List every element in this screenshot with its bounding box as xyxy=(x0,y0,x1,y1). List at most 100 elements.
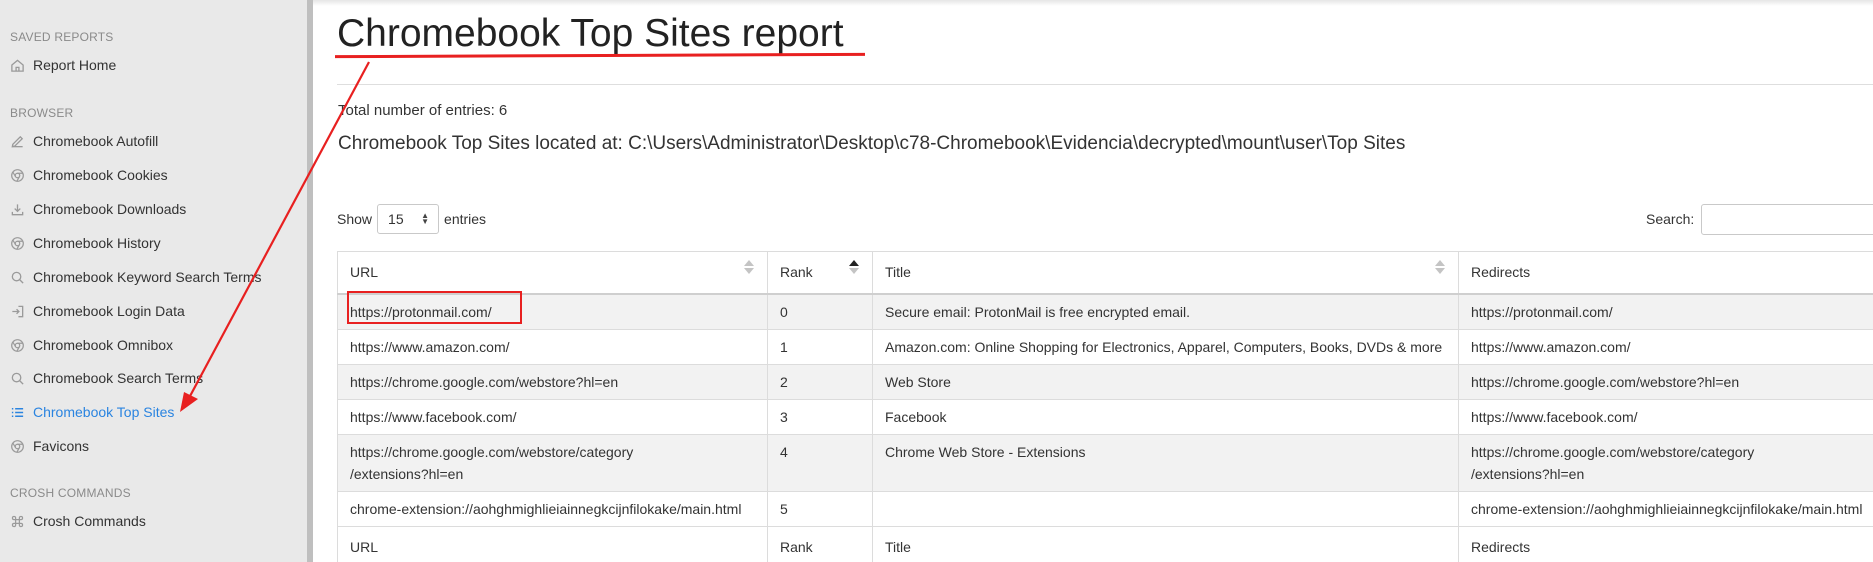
column-header-label: Rank xyxy=(780,264,813,281)
cell-title: Facebook xyxy=(872,398,1459,435)
footer-redirects: Redirects xyxy=(1458,525,1873,562)
page-title: Chromebook Top Sites report xyxy=(337,12,844,55)
table-footer-row: URL Rank Title Redirects xyxy=(337,525,1873,562)
pencil-icon xyxy=(10,134,25,149)
entries-per-page-value: 15 xyxy=(388,211,404,227)
sidebar-item-label: Chromebook Omnibox xyxy=(33,337,174,353)
column-header-title[interactable]: Title xyxy=(872,251,1459,295)
cell-rank: 2 xyxy=(767,363,873,400)
sidebar-item-login-data[interactable]: Chromebook Login Data xyxy=(10,300,185,322)
cell-redirects: https://chrome.google.com/webstore?hl=en xyxy=(1458,363,1873,400)
cell-title: Chrome Web Store - Extensions xyxy=(872,433,1459,492)
login-icon xyxy=(10,304,25,319)
chrome-icon xyxy=(10,236,25,251)
sidebar-item-label: Chromebook History xyxy=(33,235,161,251)
table-header-row: URL Rank Title Redirects xyxy=(337,251,1873,295)
chrome-icon xyxy=(10,439,25,454)
column-header-redirects[interactable]: Redirects xyxy=(1458,251,1873,295)
column-header-rank[interactable]: Rank xyxy=(767,251,873,295)
search-input[interactable] xyxy=(1701,204,1873,235)
cell-redirects: https://chrome.google.com/webstore/categ… xyxy=(1458,433,1873,492)
cell-url: https://chrome.google.com/webstore?hl=en xyxy=(337,363,768,400)
title-divider xyxy=(337,84,1873,85)
section-browser: BROWSER xyxy=(10,106,74,120)
sort-icon xyxy=(744,260,754,274)
list-icon xyxy=(10,405,25,420)
cell-url: chrome-extension://aohghmighlieiainnegkc… xyxy=(337,490,768,527)
sidebar: SAVED REPORTS Report Home BROWSER Chrome… xyxy=(0,0,307,562)
cell-url: https://chrome.google.com/webstore/categ… xyxy=(337,433,768,492)
sidebar-divider xyxy=(307,0,313,562)
sidebar-item-search-terms[interactable]: Chromebook Search Terms xyxy=(10,367,203,389)
cell-rank: 5 xyxy=(767,490,873,527)
search-label: Search: xyxy=(1646,211,1695,227)
section-saved-reports: SAVED REPORTS xyxy=(10,30,114,44)
total-entries: Total number of entries: 6 xyxy=(338,102,508,119)
table-row: https://www.facebook.com/ 3 Facebook htt… xyxy=(337,398,1873,435)
cell-url: https://www.amazon.com/ xyxy=(337,328,768,365)
sort-icon xyxy=(1435,260,1445,274)
cell-url: https://www.facebook.com/ xyxy=(337,398,768,435)
sidebar-item-label: Chromebook Login Data xyxy=(33,303,185,319)
sidebar-item-crosh-commands[interactable]: Crosh Commands xyxy=(10,510,146,532)
cell-rank: 1 xyxy=(767,328,873,365)
cell-title xyxy=(872,490,1459,527)
cell-rank: 3 xyxy=(767,398,873,435)
sidebar-item-report-home[interactable]: Report Home xyxy=(10,54,116,76)
cell-title: Secure email: ProtonMail is free encrypt… xyxy=(872,293,1459,330)
sidebar-item-keyword-search-terms[interactable]: Chromebook Keyword Search Terms xyxy=(10,266,262,288)
chrome-icon xyxy=(10,168,25,183)
cell-redirects: https://protonmail.com/ xyxy=(1458,293,1873,330)
cell-title: Web Store xyxy=(872,363,1459,400)
sidebar-item-history[interactable]: Chromebook History xyxy=(10,232,161,254)
cell-redirects: chrome-extension://aohghmighlieiainnegkc… xyxy=(1458,490,1873,527)
search-icon xyxy=(10,270,25,285)
sidebar-item-autofill[interactable]: Chromebook Autofill xyxy=(10,130,158,152)
table-row: https://www.amazon.com/ 1 Amazon.com: On… xyxy=(337,328,1873,365)
sidebar-item-label: Crosh Commands xyxy=(33,513,146,529)
sidebar-item-label: Chromebook Top Sites xyxy=(33,404,175,420)
footer-title: Title xyxy=(872,525,1459,562)
download-icon xyxy=(10,202,25,217)
top-shadow xyxy=(313,0,1873,6)
column-header-label: Title xyxy=(885,264,911,281)
cell-title: Amazon.com: Online Shopping for Electron… xyxy=(872,328,1459,365)
sidebar-item-top-sites[interactable]: Chromebook Top Sites xyxy=(10,401,174,423)
cell-rank: 0 xyxy=(767,293,873,330)
section-crosh-commands: CROSH COMMANDS xyxy=(10,486,131,500)
select-arrows-icon: ▲ ▼ xyxy=(421,211,430,226)
chrome-icon xyxy=(10,338,25,353)
command-icon xyxy=(10,514,25,529)
entries-label: entries xyxy=(444,211,487,227)
column-header-url[interactable]: URL xyxy=(337,251,768,295)
cell-url: https://protonmail.com/ xyxy=(337,293,768,330)
source-path: Chromebook Top Sites located at: C:\User… xyxy=(338,133,1406,154)
table-row: https://protonmail.com/ 0 Secure email: … xyxy=(337,293,1873,330)
column-header-label: Redirects xyxy=(1471,264,1531,281)
top-sites-table: URL Rank Title Redirects https://protonm… xyxy=(337,251,1873,562)
sort-ascending-icon xyxy=(849,260,859,274)
show-label: Show xyxy=(337,211,373,227)
cell-rank: 4 xyxy=(767,433,873,492)
sidebar-item-label: Chromebook Keyword Search Terms xyxy=(33,269,262,285)
sidebar-item-omnibox[interactable]: Chromebook Omnibox xyxy=(10,334,173,356)
table-row: https://chrome.google.com/webstore/categ… xyxy=(337,433,1873,492)
home-icon xyxy=(10,58,25,73)
footer-url: URL xyxy=(337,525,768,562)
sidebar-item-label: Chromebook Search Terms xyxy=(33,370,204,386)
search-icon xyxy=(10,371,25,386)
sidebar-item-label: Chromebook Autofill xyxy=(33,133,159,149)
sidebar-item-cookies[interactable]: Chromebook Cookies xyxy=(10,164,168,186)
sidebar-item-label: Favicons xyxy=(33,438,90,454)
cell-redirects: https://www.facebook.com/ xyxy=(1458,398,1873,435)
sidebar-item-favicons[interactable]: Favicons xyxy=(10,435,89,457)
entries-length-control: Show 15 ▲ ▼ entries xyxy=(337,204,486,234)
table-row: chrome-extension://aohghmighlieiainnegkc… xyxy=(337,490,1873,527)
entries-per-page-select[interactable]: 15 ▲ ▼ xyxy=(377,204,440,234)
column-header-label: URL xyxy=(350,264,379,281)
cell-redirects: https://www.amazon.com/ xyxy=(1458,328,1873,365)
sidebar-item-downloads[interactable]: Chromebook Downloads xyxy=(10,198,186,220)
table-row: https://chrome.google.com/webstore?hl=en… xyxy=(337,363,1873,400)
sidebar-item-label: Report Home xyxy=(33,57,117,73)
footer-rank: Rank xyxy=(767,525,873,562)
